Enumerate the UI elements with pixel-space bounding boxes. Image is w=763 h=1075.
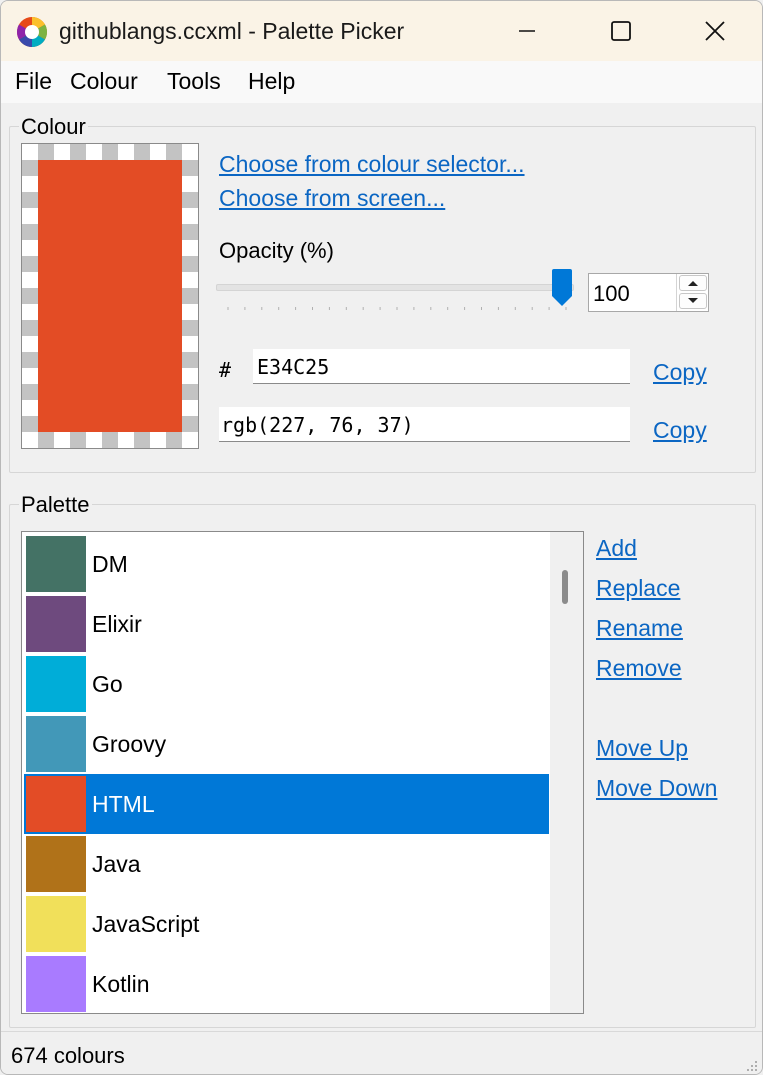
rename-link[interactable]: Rename (596, 615, 683, 642)
copy-hex-link[interactable]: Copy (653, 359, 707, 386)
palette-item-name: Kotlin (92, 971, 150, 997)
colour-preview (21, 143, 199, 449)
chevron-up-icon (688, 281, 698, 286)
opacity-decrement-button[interactable] (679, 293, 707, 309)
colour-preview-fill (38, 160, 182, 432)
palette-item-swatch (26, 896, 86, 952)
opacity-slider-track[interactable] (216, 284, 574, 291)
palette-scrollbar[interactable] (550, 532, 583, 1013)
hex-input[interactable]: E34C25 (253, 349, 630, 384)
palette-list-item[interactable]: Groovy (24, 714, 549, 774)
palette-item-name: Go (92, 671, 123, 697)
opacity-spin-buttons (676, 274, 708, 311)
menu-bar: File Colour Tools Help (1, 61, 762, 103)
opacity-spinbox[interactable]: 100 (588, 273, 709, 312)
maximize-button[interactable] (574, 1, 668, 61)
colour-group-label: Colour (19, 114, 88, 140)
replace-link[interactable]: Replace (596, 575, 680, 602)
palette-list-item[interactable]: HTML (24, 774, 549, 834)
palette-item-name: Java (92, 851, 141, 877)
palette-list-item[interactable]: Java (24, 834, 549, 894)
move-up-link[interactable]: Move Up (596, 735, 688, 762)
palette-item-swatch (26, 656, 86, 712)
palette-scroll-thumb[interactable] (562, 570, 568, 604)
choose-from-colour-selector-link[interactable]: Choose from colour selector... (219, 151, 525, 178)
remove-link[interactable]: Remove (596, 655, 682, 682)
colour-count: 674 colours (11, 1043, 125, 1068)
move-down-link[interactable]: Move Down (596, 775, 717, 802)
palette-list-item[interactable]: JavaScript (24, 894, 549, 954)
palette-group-label: Palette (19, 492, 92, 518)
menu-file[interactable]: File (15, 68, 52, 95)
minimize-icon (519, 30, 535, 32)
palette-item-swatch (26, 716, 86, 772)
choose-from-screen-link[interactable]: Choose from screen... (219, 185, 445, 212)
palette-item-name: JavaScript (92, 911, 200, 937)
palette-item-swatch (26, 596, 86, 652)
menu-tools[interactable]: Tools (167, 68, 221, 95)
palette-list[interactable]: DM Elixir Go Groovy HTML Java JavaScript Kotlin (21, 531, 584, 1014)
menu-colour[interactable]: Colour (70, 68, 138, 95)
hex-input-value: E34C25 (257, 355, 330, 379)
palette-list-item[interactable]: Elixir (24, 594, 549, 654)
copy-rgb-link[interactable]: Copy (653, 417, 707, 444)
opacity-increment-button[interactable] (679, 275, 707, 291)
palette-item-swatch (26, 536, 86, 592)
palette-item-swatch (26, 776, 86, 832)
hex-hash-label: # (219, 358, 232, 382)
title-bar[interactable]: githublangs.ccxml - Palette Picker (1, 1, 762, 61)
close-button[interactable] (668, 1, 762, 61)
palette-item-swatch (26, 836, 86, 892)
palette-item-name: HTML (92, 791, 155, 817)
colour-wheel-icon (16, 16, 48, 48)
rgb-input-value: rgb(227, 76, 37) (221, 413, 414, 437)
palette-list-item[interactable]: Go (24, 654, 549, 714)
resize-grip-icon[interactable] (744, 1058, 758, 1072)
minimize-button[interactable] (480, 1, 574, 61)
palette-picker-window: githublangs.ccxml - Palette Picker File … (0, 0, 763, 1075)
status-bar: 674 colours (1, 1031, 762, 1074)
close-icon (705, 21, 725, 41)
palette-list-item[interactable]: Kotlin (24, 954, 549, 1013)
add-link[interactable]: Add (596, 535, 637, 562)
maximize-icon (611, 21, 631, 41)
opacity-slider-ticks (227, 307, 567, 310)
palette-item-name: DM (92, 551, 128, 577)
opacity-label: Opacity (%) (219, 238, 334, 263)
opacity-slider-thumb[interactable] (551, 269, 573, 307)
rgb-input[interactable]: rgb(227, 76, 37) (219, 407, 630, 442)
opacity-value[interactable]: 100 (593, 281, 630, 307)
palette-list-item[interactable]: DM (24, 534, 549, 594)
window-title: githublangs.ccxml - Palette Picker (59, 18, 405, 44)
chevron-down-icon (688, 298, 698, 303)
palette-item-name: Elixir (92, 611, 142, 637)
palette-item-name: Groovy (92, 731, 167, 757)
menu-help[interactable]: Help (248, 68, 295, 95)
palette-item-swatch (26, 956, 86, 1012)
